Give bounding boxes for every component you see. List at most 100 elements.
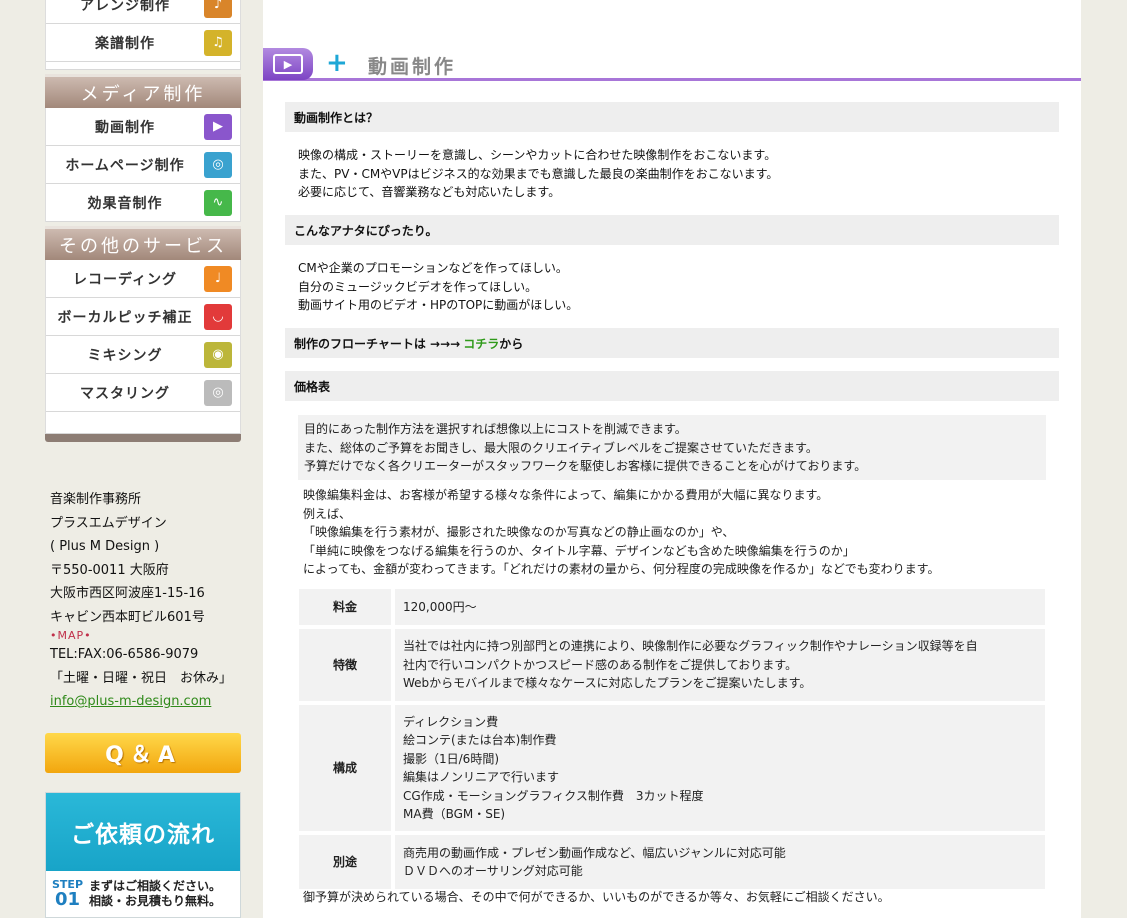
text-line: 映像編集料金は、お客様が希望する様々な条件によって、編集にかかる費用が大幅に異な…: [303, 488, 829, 502]
guitar-icon: ♪: [204, 0, 232, 18]
disc-icon: ◉: [204, 341, 232, 368]
sidebar-item-recording[interactable]: レコーディング ♩: [46, 260, 240, 298]
table-row: 構成 ディレクション費 絵コンテ(または台本)制作費 撮影（1日/6時間) 編集…: [299, 705, 1045, 831]
row-label: 特徴: [299, 629, 395, 701]
film-icon: ▶: [204, 113, 232, 140]
price-description: 映像編集料金は、お客様が希望する様々な条件によって、編集にかかる費用が大幅に異な…: [303, 486, 1053, 579]
main-content: ▶ + 動画制作 動画制作とは？ 映像の構成・ストーリーを意識し、シーンやカット…: [263, 0, 1081, 918]
sidebar-item-label: アレンジ制作: [80, 0, 170, 14]
section-heading-what: 動画制作とは？: [285, 102, 1059, 132]
table-row: 特徴 当社では社内に持つ別部門との連携により、映像制作に必要なグラフィック制作や…: [299, 629, 1045, 701]
request-flow-banner[interactable]: ご依頼の流れ STEP 01 まずはご相談ください。 相談・お見積もり無料。: [45, 792, 241, 918]
flow-suffix: から: [499, 336, 524, 351]
row-label: 料金: [299, 589, 395, 625]
text-line: 絵コンテ(または台本)制作費: [403, 733, 557, 747]
score-icon: ♫: [204, 29, 232, 56]
nav-spacer: [45, 62, 241, 70]
row-label: 別途: [299, 835, 395, 889]
row-value: ディレクション費 絵コンテ(または台本)制作費 撮影（1日/6時間) 編集はノン…: [395, 705, 1045, 831]
what-description: 映像の構成・ストーリーを意識し、シーンやカットに合わせた映像制作をおこないます。…: [298, 146, 778, 202]
text-line: 商売用の動画作成・プレゼン動画作成など、幅広いジャンルに対応可能: [403, 845, 786, 860]
sidebar: アレンジ制作 ♪ 楽譜制作 ♫ メディア制作 動画制作 ▶ ホームページ制作 ◎…: [45, 0, 241, 442]
closing-text: 御予算が決められている場合、その中で何ができるか、いいものができるか等々、お気軽…: [303, 890, 890, 904]
step-number-value: 01: [54, 889, 81, 910]
company-postal: 〒550-0011 大阪府: [50, 562, 169, 578]
sidebar-item-label: 効果音制作: [87, 195, 163, 212]
text-line: 自分のミュージックビデオを作ってほしい。: [298, 279, 538, 294]
text-line: 社内で行いコンパクトかつスピード感のある制作をご提供しております。: [403, 657, 798, 672]
sidebar-item-sound-effects[interactable]: 効果音制作 ∿: [46, 184, 240, 222]
text-line: Webからモバイルまで様々なケースに対応したプランをご提案いたします。: [403, 676, 812, 691]
microphone-icon: ♩: [204, 265, 232, 292]
price-intro: 目的にあった制作方法を選択すれば想像以上にコストを削減できます。 また、総体のご…: [298, 415, 1046, 480]
sidebar-item-score[interactable]: 楽譜制作 ♫: [46, 24, 240, 62]
nav-spacer: [45, 412, 241, 434]
sidebar-item-label: レコーディング: [72, 271, 178, 288]
cd-icon: ◎: [204, 379, 232, 406]
media-nav-list: 動画制作 ▶ ホームページ制作 ◎ 効果音制作 ∿: [45, 108, 241, 222]
row-value: 商売用の動画作成・プレゼン動画作成など、幅広いジャンルに対応可能 ＤＶＤへのオー…: [395, 835, 1045, 889]
sidebar-item-mixing[interactable]: ミキシング ◉: [46, 336, 240, 374]
price-table: 料金 120,000円〜 特徴 当社では社内に持つ別部門との連携により、映像制作…: [299, 585, 1045, 893]
row-label: 構成: [299, 705, 395, 831]
company-address2: キャビン西本町ビル601号: [50, 609, 205, 625]
text-line: CMや企業のプロモーションなどを作ってほしい。: [298, 261, 568, 275]
media-category-header: メディア制作: [45, 74, 241, 108]
sidebar-item-pitch-correction[interactable]: ボーカルピッチ補正 ◡: [46, 298, 240, 336]
text-line: CG作成・モーショングラフィクス制作費 3カット程度: [403, 788, 704, 803]
film-icon: ▶: [263, 48, 313, 80]
sidebar-item-label: 動画制作: [95, 119, 155, 136]
nav-footer-bar: [45, 434, 241, 442]
page-title: 動画制作: [368, 56, 457, 78]
text-line: によっても、金額が変わってきます。「どれだけの素材の量から、何分程度の完成映像を…: [303, 562, 940, 576]
flow-banner-title: ご依頼の流れ: [46, 793, 240, 871]
company-name-en: ( Plus M Design ): [50, 539, 160, 554]
row-value: 当社では社内に持つ別部門との連携により、映像制作に必要なグラフィック制作やナレー…: [395, 629, 1045, 701]
row-value: 120,000円〜: [395, 589, 1045, 625]
waveform-icon: ∿: [204, 189, 232, 216]
text-line: 例えば、: [303, 506, 352, 521]
sidebar-item-arrange[interactable]: アレンジ制作 ♪: [46, 0, 240, 24]
sidebar-item-homepage[interactable]: ホームページ制作 ◎: [46, 146, 240, 184]
company-tel: TEL:FAX:06-6586-9079: [50, 647, 199, 662]
page-title-bar: ▶ + 動画制作: [263, 46, 1081, 81]
text-line: 「単純に映像をつなげる編集を行うのか、タイトル字幕、デザインなども含めた映像編集…: [303, 543, 855, 558]
section-heading-flow: 制作のフローチャートは →→→ コチラ から: [285, 328, 1059, 358]
flowchart-link[interactable]: コチラ: [463, 335, 499, 352]
map-link[interactable]: •MAP•: [50, 629, 250, 643]
sidebar-item-video[interactable]: 動画制作 ▶: [46, 108, 240, 146]
text-line: 当社では社内に持つ別部門との連携により、映像制作に必要なグラフィック制作やナレー…: [403, 639, 978, 654]
table-row: 料金 120,000円〜: [299, 589, 1045, 625]
text-line: 編集はノンリニアで行います: [403, 770, 560, 784]
lips-icon: ◡: [204, 303, 232, 330]
company-address1: 大阪市西区阿波座1-15-16: [50, 586, 205, 601]
table-row: 別途 商売用の動画作成・プレゼン動画作成など、幅広いジャンルに対応可能 ＤＶＤへ…: [299, 835, 1045, 889]
step-line1: まずはご相談ください。: [89, 879, 222, 893]
flow-step: STEP 01 まずはご相談ください。 相談・お見積もり無料。: [46, 871, 240, 917]
text-line: 120,000円〜: [403, 599, 477, 614]
flow-prefix: 制作のフローチャートは →→→: [294, 336, 461, 351]
section-heading-price: 価格表: [285, 371, 1059, 401]
sidebar-item-mastering[interactable]: マスタリング ◎: [46, 374, 240, 412]
music-nav-list: アレンジ制作 ♪ 楽譜制作 ♫: [45, 0, 241, 62]
step-line2: 相談・お見積もり無料。: [89, 894, 222, 908]
globe-icon: ◎: [204, 151, 232, 178]
sidebar-item-label: ボーカルピッチ補正: [57, 309, 193, 326]
step-text: まずはご相談ください。 相談・お見積もり無料。: [89, 879, 221, 909]
sidebar-item-label: ホームページ制作: [65, 157, 185, 174]
text-line: ＤＶＤへのオーサリング対応可能: [403, 864, 583, 878]
target-description: CMや企業のプロモーションなどを作ってほしい。 自分のミュージックビデオを作って…: [298, 259, 578, 315]
section-heading-target: こんなアナタにぴったり。: [285, 215, 1059, 245]
text-line: 撮影（1日/6時間): [403, 751, 499, 766]
text-line: 目的にあった制作方法を選択すれば想像以上にコストを削減できます。: [304, 422, 687, 436]
text-line: 映像の構成・ストーリーを意識し、シーンやカットに合わせた映像制作をおこないます。: [298, 148, 777, 162]
text-line: 動画サイト用のビデオ・HPのTOPに動画がほしい。: [298, 298, 579, 312]
email-link[interactable]: info@plus-m-design.com: [50, 690, 250, 714]
text-line: 必要に応じて、音響業務なども対応いたします。: [298, 185, 561, 199]
sidebar-item-label: マスタリング: [80, 385, 170, 402]
text-line: ディレクション費: [403, 714, 499, 729]
qa-button[interactable]: Q＆A: [45, 733, 241, 773]
company-line1: 音楽制作事務所: [50, 492, 142, 507]
text-line: 予算だけでなく各クリエーターがスタッフワークを駆使しお客様に提供できることを心が…: [304, 459, 867, 473]
company-name: プラスエムデザイン: [50, 515, 167, 531]
